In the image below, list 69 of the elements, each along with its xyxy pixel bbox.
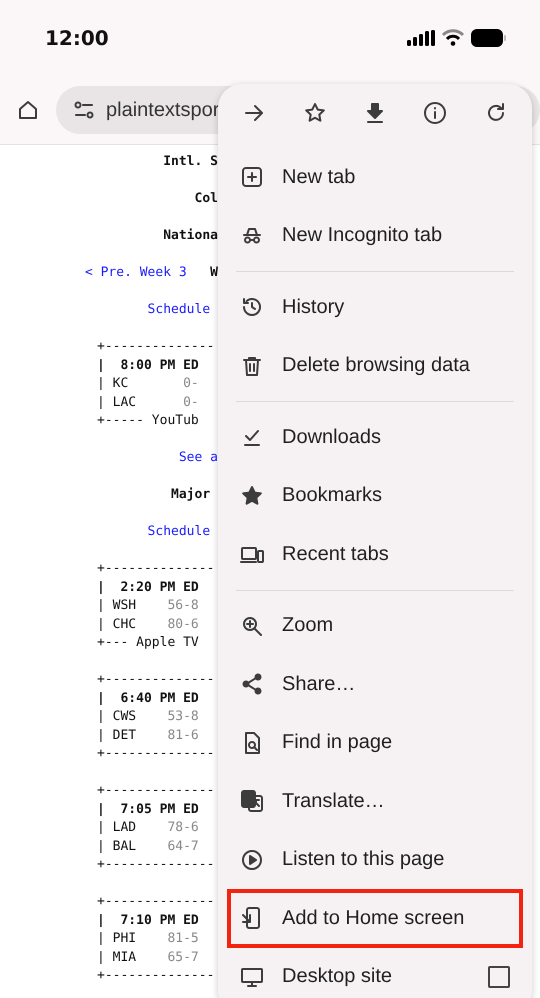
game-time: | 7:05 PM ED xyxy=(97,800,199,818)
page-link[interactable]: See a xyxy=(178,449,218,468)
home-icon xyxy=(16,98,40,122)
team-record: 80-6 xyxy=(167,616,199,634)
menu-item[interactable]: Translate… xyxy=(227,772,523,830)
menu-item[interactable]: Desktop site xyxy=(227,948,523,998)
checkbox[interactable] xyxy=(488,966,510,988)
page-link[interactable]: Schedule xyxy=(148,523,218,542)
menu-item[interactable]: History xyxy=(227,278,523,336)
menu-item[interactable]: New tab xyxy=(227,148,523,206)
box-border: +-------------- xyxy=(97,893,214,911)
week-nav-line: < Pre. Week 3 W xyxy=(84,264,218,282)
team-record: 0- xyxy=(183,394,199,412)
team-name: | BAL xyxy=(97,838,138,856)
menu-item[interactable]: Recent tabs xyxy=(227,525,523,584)
game-time: | 8:00 PM ED xyxy=(97,356,199,374)
info-icon xyxy=(423,101,448,125)
team-record: 81-6 xyxy=(167,726,199,744)
team-name: | DET xyxy=(97,726,138,744)
play-circle-icon xyxy=(240,848,264,872)
page-link[interactable]: Schedule xyxy=(148,301,218,320)
team-record: 65-7 xyxy=(167,948,199,966)
menu-item[interactable]: Share… xyxy=(227,655,523,714)
game-time: | 7:10 PM ED xyxy=(97,912,199,930)
battery-icon xyxy=(471,28,506,46)
translate-icon xyxy=(240,789,264,814)
team-name: | CWS xyxy=(97,708,138,726)
team-record: 64-7 xyxy=(167,838,199,856)
menu-item[interactable]: Find in page xyxy=(227,714,523,772)
box-border: +-------------- xyxy=(97,745,214,763)
menu-item[interactable]: Delete browsing data xyxy=(227,336,523,395)
team-name: | PHI xyxy=(97,930,138,948)
menu-item[interactable]: New Incognito tab xyxy=(227,206,523,265)
box-border: +--- Apple TV xyxy=(97,634,199,652)
box-border: +-------------- xyxy=(97,338,214,356)
team-name: | MIA xyxy=(97,948,138,966)
box-border: +-------------- xyxy=(97,967,214,985)
game-time: | 6:40 PM ED xyxy=(97,690,199,708)
page-heading: Major xyxy=(171,486,212,504)
team-record: 53-8 xyxy=(167,708,199,726)
page-heading: Nationa xyxy=(163,227,218,245)
plus-box-icon xyxy=(240,165,264,190)
team-record: 0- xyxy=(183,375,199,393)
wifi-icon xyxy=(442,29,464,46)
menu-item[interactable]: Bookmarks xyxy=(227,466,523,525)
box-border: +-------------- xyxy=(97,560,214,578)
team-name: | KC xyxy=(97,375,130,393)
team-name: | WSH xyxy=(97,597,138,615)
share-icon xyxy=(240,672,264,696)
menu-item[interactable]: Downloads xyxy=(227,408,523,466)
team-record: 78-6 xyxy=(167,819,199,837)
box-border: +-------------- xyxy=(97,671,214,689)
menu-item[interactable]: Add to Home screen xyxy=(227,889,523,948)
team-record: 81-5 xyxy=(167,930,199,948)
page-heading: Intl. S xyxy=(163,153,218,171)
signal-icon xyxy=(407,30,435,46)
team-name: | LAC xyxy=(97,394,138,412)
menu-item[interactable]: Zoom xyxy=(227,596,523,655)
box-border: +-------------- xyxy=(97,782,214,800)
page-heading: Col xyxy=(194,190,218,208)
team-record: 56-8 xyxy=(167,597,199,615)
box-border: +-------------- xyxy=(97,856,214,874)
menu-item[interactable]: Listen to this page xyxy=(227,830,523,889)
team-name: | CHC xyxy=(97,616,138,634)
box-border: +----- YouTub xyxy=(97,412,199,430)
game-time: | 2:20 PM ED xyxy=(97,578,199,596)
team-name: | LAD xyxy=(97,819,138,837)
clock: 12:00 xyxy=(45,26,110,50)
previous-week-link[interactable]: < Pre. Week 3 xyxy=(84,265,187,280)
